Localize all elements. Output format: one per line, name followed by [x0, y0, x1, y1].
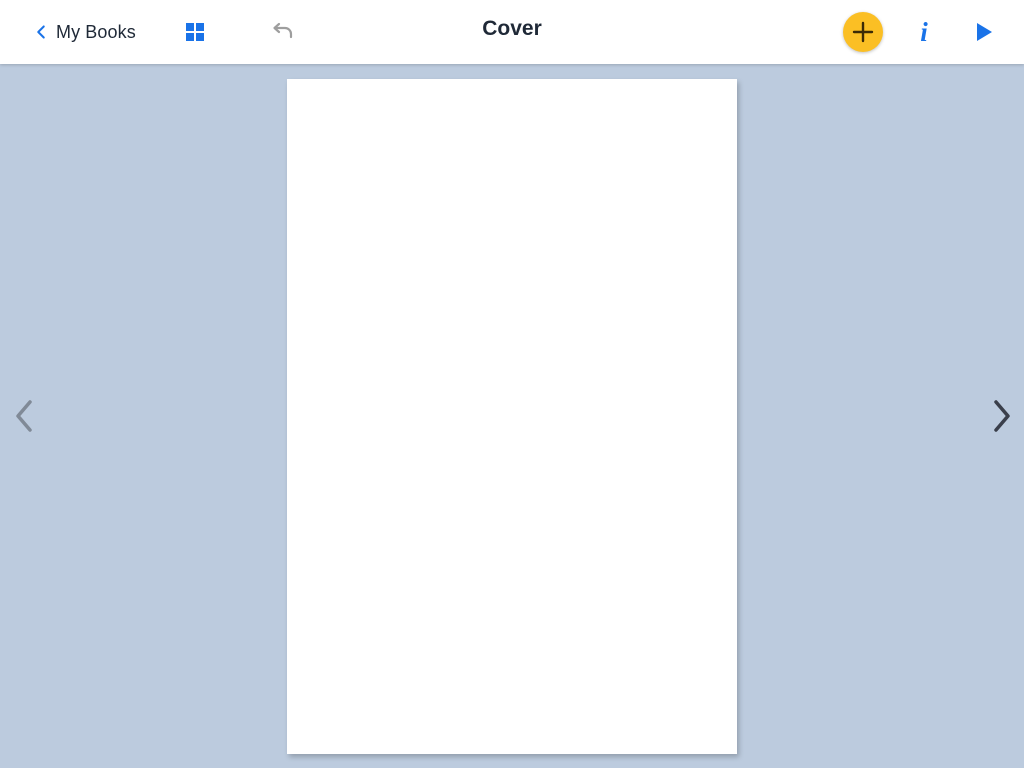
play-icon	[977, 23, 992, 41]
add-button[interactable]	[843, 12, 883, 52]
chevron-right-icon	[994, 400, 1010, 432]
next-page-button[interactable]	[984, 396, 1018, 436]
plus-icon	[852, 21, 874, 43]
chevron-left-icon	[37, 25, 45, 39]
back-button-label: My Books	[56, 21, 136, 42]
grid-icon	[186, 23, 204, 41]
info-button[interactable]: i	[910, 16, 938, 48]
book-page-canvas[interactable]	[287, 79, 737, 754]
back-to-my-books-button[interactable]: My Books	[30, 14, 136, 50]
top-toolbar: My Books Cover i	[0, 0, 1024, 64]
play-button[interactable]	[970, 18, 998, 46]
undo-button[interactable]	[268, 19, 296, 45]
pages-grid-button[interactable]	[182, 19, 208, 45]
chevron-left-icon	[16, 400, 32, 432]
info-icon: i	[920, 16, 928, 47]
page-title: Cover	[482, 17, 542, 40]
previous-page-button[interactable]	[8, 396, 42, 436]
undo-icon	[273, 22, 293, 39]
